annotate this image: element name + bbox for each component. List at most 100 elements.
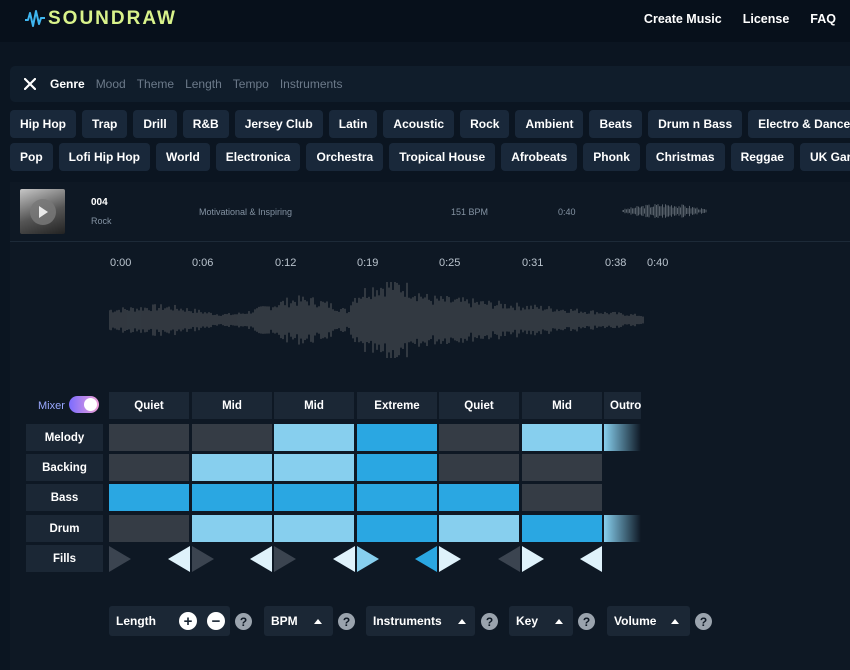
mixer-cell-melody[interactable] [109,424,189,451]
genre-chip[interactable]: Trap [82,110,128,138]
mixer-cell-drum[interactable] [604,515,641,542]
genre-chip[interactable]: Christmas [645,143,725,171]
track-mood: Motivational & Inspiring [199,207,293,217]
tab-tempo[interactable]: Tempo [233,77,269,91]
length-decrease-button[interactable]: − [207,612,225,630]
mixer-cell-melody[interactable] [604,424,641,451]
timecode: 0:19 [357,257,379,269]
mixer-cell-backing[interactable] [522,454,602,481]
mixer-cell-melody[interactable] [439,424,519,451]
tab-mood[interactable]: Mood [96,77,126,91]
timecode: 0:06 [192,257,214,269]
fill-marker[interactable] [498,546,520,572]
section-header[interactable]: Mid [522,392,602,419]
fill-marker[interactable] [580,546,602,572]
tab-theme[interactable]: Theme [137,77,174,91]
mixer-cell-melody[interactable] [357,424,437,451]
genre-chip[interactable]: Beats [589,110,643,138]
fill-marker[interactable] [415,546,437,572]
genre-chip[interactable]: Drill [133,110,177,138]
mixer-cell-melody[interactable] [522,424,602,451]
mixer-cell-drum[interactable] [522,515,602,542]
bpm-dropdown[interactable]: BPM [264,606,333,636]
genre-chip[interactable]: Lofi Hip Hop [58,143,150,171]
fill-marker[interactable] [250,546,272,572]
instruments-help-icon[interactable]: ? [481,613,498,630]
nav-faq[interactable]: FAQ [810,12,836,26]
instruments-dropdown[interactable]: Instruments [366,606,475,636]
mixer-cell-backing[interactable] [357,454,437,481]
mixer-cell-bass[interactable] [192,484,272,511]
section-header[interactable]: Outro [604,392,641,419]
nav-create-music[interactable]: Create Music [644,12,722,26]
fill-marker[interactable] [439,546,461,572]
mixer-cell-drum[interactable] [109,515,189,542]
genre-chip[interactable]: Orchestra [306,143,384,171]
genre-chip[interactable]: Tropical House [389,143,496,171]
genre-chip[interactable]: Acoustic [383,110,455,138]
section-header[interactable]: Extreme [357,392,437,419]
mixer-cell-drum[interactable] [192,515,272,542]
mixer-cell-drum[interactable] [439,515,519,542]
mixer-cell-bass[interactable] [274,484,354,511]
fill-marker[interactable] [274,546,296,572]
volume-dropdown[interactable]: Volume [607,606,690,636]
mixer-toggle[interactable] [69,396,99,413]
genre-chip[interactable]: Hip Hop [10,110,76,138]
tab-genre[interactable]: Genre [50,77,85,91]
mixer-cell-drum[interactable] [357,515,437,542]
genre-chip[interactable]: World [156,143,210,171]
volume-help-icon[interactable]: ? [695,613,712,630]
mixer-cell-bass[interactable] [109,484,189,511]
fill-marker[interactable] [192,546,214,572]
genre-chip[interactable]: Ambient [515,110,584,138]
genre-chip[interactable]: UK Garage [799,143,850,171]
mixer-cell-melody[interactable] [274,424,354,451]
mixer-cell-backing[interactable] [439,454,519,481]
genre-chip[interactable]: Latin [328,110,378,138]
length-increase-button[interactable]: + [179,612,197,630]
fill-marker[interactable] [168,546,190,572]
genre-chip[interactable]: Drum n Bass [648,110,743,138]
tab-length[interactable]: Length [185,77,222,91]
close-filter-button[interactable] [10,78,50,90]
mixer-cell-backing[interactable] [192,454,272,481]
bpm-help-icon[interactable]: ? [338,613,355,630]
genre-chip[interactable]: Jersey Club [234,110,323,138]
mixer-cell-bass[interactable] [522,484,602,511]
genre-chip[interactable]: Rock [460,110,510,138]
key-help-icon[interactable]: ? [578,613,595,630]
section-header[interactable]: Mid [274,392,354,419]
fill-marker[interactable] [522,546,544,572]
genre-chip[interactable]: Electro & Dance [748,110,850,138]
mixer-cell-bass[interactable] [439,484,519,511]
genre-chip[interactable]: Reggae [730,143,794,171]
track-bpm: 151 BPM [451,207,489,217]
genre-chip[interactable]: Electronica [215,143,301,171]
fill-marker[interactable] [357,546,379,572]
track-duration: 0:40 [558,207,576,217]
genre-chip[interactable]: R&B [182,110,229,138]
genre-chip[interactable]: Phonk [583,143,640,171]
length-help-icon[interactable]: ? [235,613,252,630]
nav-license[interactable]: License [743,12,790,26]
genre-chip[interactable]: Afrobeats [501,143,578,171]
tab-instruments[interactable]: Instruments [280,77,343,91]
fill-marker[interactable] [109,546,131,572]
section-header[interactable]: Quiet [109,392,189,419]
mixer-cell-melody[interactable] [192,424,272,451]
track-cover-play-button[interactable] [20,189,65,234]
key-dropdown[interactable]: Key [509,606,573,636]
section-header[interactable]: Mid [192,392,272,419]
section-header[interactable]: Quiet [439,392,519,419]
mixer-cell-drum[interactable] [274,515,354,542]
track-waveform[interactable] [109,280,644,360]
genre-chip[interactable]: Pop [10,143,53,171]
mixer-cell-backing[interactable] [109,454,189,481]
logo[interactable]: SOUNDRAW [24,8,177,30]
mixer-cell-backing[interactable] [274,454,354,481]
fill-marker[interactable] [333,546,355,572]
mixer-cell-bass[interactable] [357,484,437,511]
track-row[interactable]: 004 Rock Motivational & Inspiring 151 BP… [10,182,850,242]
mixer-label: Mixer [38,400,65,412]
